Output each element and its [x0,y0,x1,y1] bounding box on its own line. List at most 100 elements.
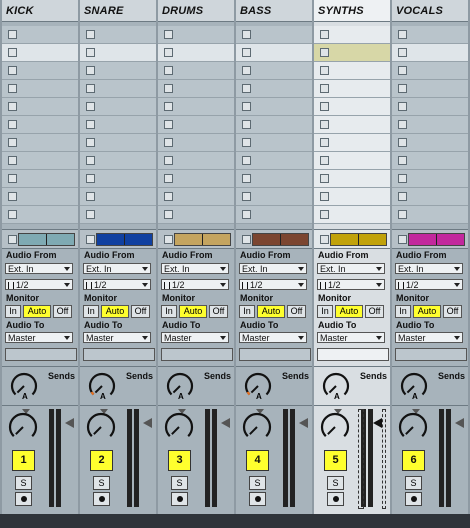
arm-record-button[interactable] [93,492,110,506]
output-channel-bar[interactable] [161,348,233,361]
clip-slot[interactable] [80,98,156,116]
clip-record-button[interactable] [164,192,173,201]
clip-record-button[interactable] [164,138,173,147]
clip-slot[interactable] [2,206,78,224]
clip-slot[interactable] [392,80,468,98]
clip-record-button[interactable] [86,210,95,219]
clip-record-button[interactable] [8,156,17,165]
audio-from-channel-dropdown[interactable]: 1/2 [83,279,151,290]
clip-record-button[interactable] [8,138,17,147]
clip-record-button[interactable] [242,138,251,147]
clip-slot[interactable] [236,206,312,224]
monitor-in-button[interactable]: In [83,305,99,318]
clip-slot[interactable] [392,134,468,152]
output-channel-bar[interactable] [5,348,77,361]
track-vocals[interactable]: VOCALS Audio From Ext. In 1/2 Monitor In… [392,0,468,514]
clip-record-button[interactable] [86,48,95,57]
clip-slot[interactable] [314,134,390,152]
audio-to-dropdown[interactable]: Master [83,332,151,343]
audio-from-type-dropdown[interactable]: Ext. In [83,263,151,274]
clip-record-button[interactable] [320,120,329,129]
clip-slot[interactable] [158,170,234,188]
clip-slot[interactable] [2,26,78,44]
track-synths[interactable]: SYNTHS Audio From Ext. In 1/2 Monitor In… [314,0,390,514]
clip-stop-button[interactable] [86,235,95,244]
clip-slot[interactable] [314,98,390,116]
clip-record-button[interactable] [398,192,407,201]
volume-slider-handle[interactable] [221,418,230,428]
output-channel-bar[interactable] [83,348,155,361]
track-title-bar[interactable]: KICK [2,0,78,22]
track-drums[interactable]: DRUMS Audio From Ext. In 1/2 Monitor In A… [158,0,234,514]
audio-from-channel-dropdown[interactable]: 1/2 [239,279,307,290]
monitor-auto-button[interactable]: Auto [335,305,363,318]
track-title-bar[interactable]: VOCALS [392,0,468,22]
clip-record-button[interactable] [164,120,173,129]
clip-slot[interactable] [236,134,312,152]
clip-record-button[interactable] [164,210,173,219]
monitor-auto-button[interactable]: Auto [101,305,129,318]
clip-slot[interactable] [158,152,234,170]
clip-slot[interactable] [236,170,312,188]
track-activator-button[interactable]: 5 [324,450,347,471]
track-activator-button[interactable]: 6 [402,450,425,471]
clip-stop-button[interactable] [164,235,173,244]
clip-slot[interactable] [236,116,312,134]
clip-record-button[interactable] [242,66,251,75]
solo-button[interactable]: S [249,476,266,490]
clip-slot[interactable] [392,26,468,44]
pan-knob[interactable] [86,412,116,448]
track-color-swatch[interactable] [330,233,387,246]
audio-from-type-dropdown[interactable]: Ext. In [161,263,229,274]
clip-slot[interactable] [236,26,312,44]
clip-slot[interactable] [158,98,234,116]
clip-record-button[interactable] [86,84,95,93]
track-title-bar[interactable]: SYNTHS [314,0,390,22]
clip-slot[interactable] [392,152,468,170]
track-color-swatch[interactable] [96,233,153,246]
clip-record-button[interactable] [164,48,173,57]
clip-slot[interactable] [314,170,390,188]
track-activator-button[interactable]: 3 [168,450,191,471]
clip-slot[interactable] [2,116,78,134]
clip-slot[interactable] [158,26,234,44]
solo-button[interactable]: S [15,476,32,490]
clip-slot[interactable] [80,188,156,206]
clip-slot[interactable] [392,206,468,224]
clip-record-button[interactable] [320,192,329,201]
volume-slider-handle[interactable] [373,418,382,428]
monitor-in-button[interactable]: In [317,305,333,318]
clip-record-button[interactable] [8,30,17,39]
track-title-bar[interactable]: SNARE [80,0,156,22]
clip-slot[interactable] [392,170,468,188]
clip-record-button[interactable] [398,138,407,147]
clip-slot[interactable] [80,152,156,170]
monitor-auto-button[interactable]: Auto [179,305,207,318]
clip-slot[interactable] [158,206,234,224]
clip-slot[interactable] [158,80,234,98]
arm-record-button[interactable] [327,492,344,506]
track-kick[interactable]: KICK Audio From Ext. In 1/2 Monitor In Au… [2,0,78,514]
track-title-bar[interactable]: DRUMS [158,0,234,22]
clip-record-button[interactable] [320,84,329,93]
clip-stop-button[interactable] [8,235,17,244]
clip-slot[interactable] [314,116,390,134]
clip-slot[interactable] [2,98,78,116]
audio-to-dropdown[interactable]: Master [395,332,463,343]
clip-record-button[interactable] [86,30,95,39]
monitor-in-button[interactable]: In [395,305,411,318]
clip-slot[interactable] [158,116,234,134]
clip-slot[interactable] [236,44,312,62]
clip-record-button[interactable] [320,48,329,57]
clip-slot[interactable] [236,188,312,206]
solo-button[interactable]: S [327,476,344,490]
clip-slot[interactable] [80,116,156,134]
clip-record-button[interactable] [242,102,251,111]
clip-slot[interactable] [314,152,390,170]
arm-record-button[interactable] [15,492,32,506]
clip-record-button[interactable] [8,192,17,201]
pan-knob[interactable] [242,412,272,448]
clip-stop-button[interactable] [242,235,251,244]
audio-from-type-dropdown[interactable]: Ext. In [395,263,463,274]
clip-record-button[interactable] [8,66,17,75]
